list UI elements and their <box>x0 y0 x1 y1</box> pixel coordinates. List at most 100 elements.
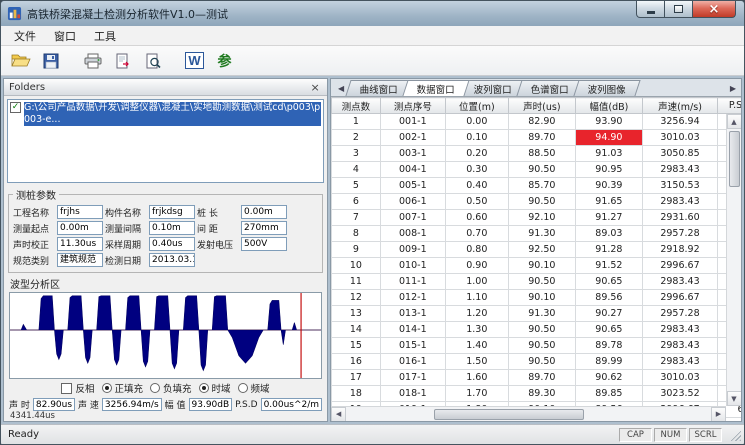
table-cell[interactable]: 91.65 <box>575 194 642 210</box>
table-cell[interactable]: 3010.03 <box>642 370 717 386</box>
table-cell[interactable]: 002-1 <box>380 130 445 146</box>
tab-scroll-left-icon[interactable]: ◀ <box>335 84 347 93</box>
table-cell[interactable]: 1 <box>332 114 381 130</box>
column-header[interactable]: P.S.D(us <box>718 98 741 114</box>
table-row[interactable]: 12012-11.1090.1089.562996.671.60 <box>332 290 741 306</box>
save-button[interactable] <box>37 48 64 73</box>
table-cell[interactable]: 13 <box>332 306 381 322</box>
table-cell[interactable]: 11 <box>332 274 381 290</box>
table-cell[interactable]: 89.85 <box>575 386 642 402</box>
minimize-button[interactable] <box>636 1 665 18</box>
table-cell[interactable]: 004-1 <box>380 162 445 178</box>
param-value[interactable]: 500V <box>241 237 287 251</box>
table-cell[interactable]: 0.70 <box>445 226 508 242</box>
table-cell[interactable]: 9 <box>332 242 381 258</box>
table-cell[interactable]: 1.40 <box>445 338 508 354</box>
table-cell[interactable]: 90.95 <box>575 162 642 178</box>
table-cell[interactable]: 88.50 <box>508 146 575 162</box>
table-cell[interactable]: 2996.67 <box>642 258 717 274</box>
table-cell[interactable]: 006-1 <box>380 194 445 210</box>
param-value[interactable]: 0.00m <box>241 205 287 219</box>
table-cell[interactable]: 016-1 <box>380 354 445 370</box>
table-cell[interactable]: 90.50 <box>508 274 575 290</box>
table-row[interactable]: 6006-10.5090.5091.652983.43230.4 <box>332 194 741 210</box>
table-cell[interactable]: 0.60 <box>445 210 508 226</box>
table-cell[interactable]: 17 <box>332 370 381 386</box>
table-cell[interactable]: 90.50 <box>508 322 575 338</box>
table-cell[interactable]: 90.27 <box>575 306 642 322</box>
param-button[interactable]: 参 <box>211 48 238 73</box>
table-cell[interactable]: 011-1 <box>380 274 445 290</box>
table-cell[interactable]: 3 <box>332 146 381 162</box>
word-report-button[interactable]: W <box>181 48 208 73</box>
table-cell[interactable]: 6 <box>332 194 381 210</box>
table-row[interactable]: 8008-10.7091.3089.032957.286.40 <box>332 226 741 242</box>
table-cell[interactable]: 0.20 <box>445 146 508 162</box>
table-cell[interactable]: 1.10 <box>445 290 508 306</box>
tab-scroll-right-icon[interactable]: ▶ <box>727 84 739 93</box>
table-row[interactable]: 1001-10.0082.9093.903256.940.00 <box>332 114 741 130</box>
radio-freq-domain[interactable]: 频域 <box>238 381 270 395</box>
table-cell[interactable]: 0.80 <box>445 242 508 258</box>
vertical-scrollbar[interactable]: ▲ ▼ <box>726 114 741 406</box>
table-cell[interactable]: 91.30 <box>508 306 575 322</box>
table-cell[interactable]: 013-1 <box>380 306 445 322</box>
column-header[interactable]: 测点数 <box>332 98 381 114</box>
table-cell[interactable]: 92.50 <box>508 242 575 258</box>
table-cell[interactable]: 89.70 <box>508 370 575 386</box>
table-cell[interactable]: 18 <box>332 386 381 402</box>
table-cell[interactable]: 90.50 <box>508 338 575 354</box>
table-cell[interactable]: 7 <box>332 210 381 226</box>
menu-tools[interactable]: 工具 <box>85 26 125 46</box>
param-value[interactable]: frjhs <box>57 205 103 219</box>
column-header[interactable]: 声速(m/s) <box>642 98 717 114</box>
table-cell[interactable]: 90.65 <box>575 274 642 290</box>
radio-time-domain[interactable]: 时域 <box>199 381 231 395</box>
table-cell[interactable]: 91.52 <box>575 258 642 274</box>
radio-fill-negative[interactable]: 负填充 <box>150 381 192 395</box>
table-cell[interactable]: 3050.85 <box>642 146 717 162</box>
column-header[interactable]: 声时(us) <box>508 98 575 114</box>
table-row[interactable]: 2002-10.1089.7094.903010.03462.4 <box>332 130 741 146</box>
column-header[interactable]: 位置(m) <box>445 98 508 114</box>
folder-list[interactable]: G:\公司产品数据\开发\调整仪器\混凝土\实地勘测数据\测试cd\p003\p… <box>7 99 324 183</box>
table-cell[interactable]: 2918.92 <box>642 242 717 258</box>
table-cell[interactable]: 2957.28 <box>642 306 717 322</box>
table-cell[interactable]: 89.30 <box>508 386 575 402</box>
table-cell[interactable]: 2983.43 <box>642 354 717 370</box>
table-cell[interactable]: 4 <box>332 162 381 178</box>
table-row[interactable]: 13013-11.2091.3090.272957.2814.4 <box>332 306 741 322</box>
table-cell[interactable]: 2983.43 <box>642 162 717 178</box>
close-button[interactable]: × <box>692 1 736 18</box>
scroll-up-icon[interactable]: ▲ <box>727 114 742 129</box>
table-cell[interactable]: 1.60 <box>445 370 508 386</box>
table-cell[interactable]: 90.50 <box>508 162 575 178</box>
table-cell[interactable]: 5 <box>332 178 381 194</box>
table-row[interactable]: 14014-11.3090.5090.652983.436.40 <box>332 322 741 338</box>
table-cell[interactable]: 0.30 <box>445 162 508 178</box>
print-button[interactable] <box>79 48 106 73</box>
table-cell[interactable]: 2957.28 <box>642 226 717 242</box>
table-cell[interactable]: 85.70 <box>508 178 575 194</box>
maximize-button[interactable] <box>665 1 692 18</box>
table-cell[interactable]: 91.27 <box>575 210 642 226</box>
table-cell[interactable]: 90.50 <box>508 194 575 210</box>
table-row[interactable]: 18018-11.7089.3089.853023.521.60 <box>332 386 741 402</box>
table-cell[interactable]: 007-1 <box>380 210 445 226</box>
horizontal-scroll-thumb[interactable] <box>434 409 584 420</box>
table-cell[interactable]: 009-1 <box>380 242 445 258</box>
table-cell[interactable]: 018-1 <box>380 386 445 402</box>
param-value[interactable]: 11.30us <box>57 237 103 251</box>
table-row[interactable]: 7007-10.6092.1091.272931.6025.6 <box>332 210 741 226</box>
table-cell[interactable]: 1.50 <box>445 354 508 370</box>
table-cell[interactable]: 015-1 <box>380 338 445 354</box>
scroll-left-icon[interactable]: ◀ <box>331 407 346 422</box>
table-cell[interactable]: 010-1 <box>380 258 445 274</box>
table-cell[interactable]: 012-1 <box>380 290 445 306</box>
table-cell[interactable]: 16 <box>332 354 381 370</box>
folder-item[interactable]: G:\公司产品数据\开发\调整仪器\混凝土\实地勘测数据\测试cd\p003\p… <box>10 102 321 126</box>
param-value[interactable]: 0.00m <box>57 221 103 235</box>
table-cell[interactable]: 90.10 <box>508 258 575 274</box>
table-cell[interactable]: 1.30 <box>445 322 508 338</box>
table-cell[interactable]: 92.10 <box>508 210 575 226</box>
